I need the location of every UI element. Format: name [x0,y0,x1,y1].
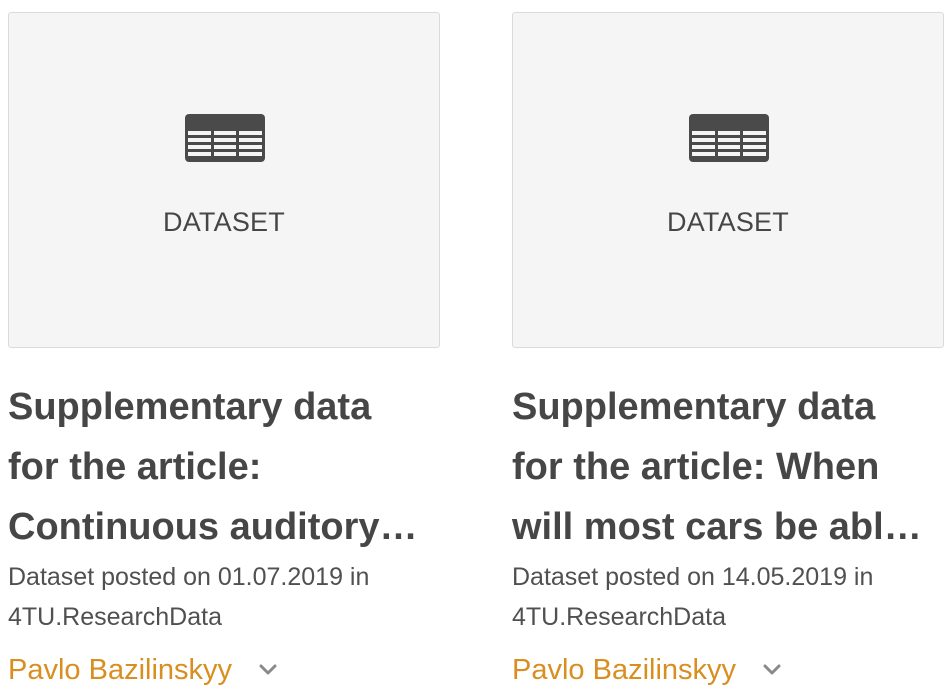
title-line: Supplementary data [512,386,876,428]
posted-info: Dataset posted on 01.07.2019 in 4TU.Rese… [8,557,440,637]
table-icon [185,114,265,162]
dataset-title-link[interactable]: Supplementary data for the article: Cont… [8,377,440,557]
portal-link[interactable]: 4TU.ResearchData [512,597,944,637]
chevron-down-icon[interactable] [258,663,278,677]
table-icon [689,114,769,162]
author-row: Pavlo Bazilinskyy [8,650,440,690]
dataset-thumbnail[interactable]: DATASET [8,12,440,348]
author-link[interactable]: Pavlo Bazilinskyy [8,654,232,687]
item-type-label: DATASET [163,207,285,237]
title-line: will most cars be abl… [512,506,922,548]
posted-info: Dataset posted on 14.05.2019 in 4TU.Rese… [512,557,944,637]
author-row: Pavlo Bazilinskyy [512,650,944,690]
title-line: for the article: [8,446,262,488]
dataset-card: DATASET Supplementary data for the artic… [512,12,944,690]
posted-date-text: Dataset posted on 14.05.2019 in [512,563,874,591]
chevron-down-icon[interactable] [762,663,782,677]
item-type-label: DATASET [667,207,789,237]
title-line: for the article: When [512,446,880,488]
portal-link[interactable]: 4TU.ResearchData [8,597,440,637]
title-line: Continuous auditory… [8,506,418,548]
dataset-thumbnail[interactable]: DATASET [512,12,944,348]
author-link[interactable]: Pavlo Bazilinskyy [512,654,736,687]
dataset-title-link[interactable]: Supplementary data for the article: When… [512,377,944,557]
title-line: Supplementary data [8,386,372,428]
dataset-card: DATASET Supplementary data for the artic… [8,12,440,690]
posted-date-text: Dataset posted on 01.07.2019 in [8,563,370,591]
